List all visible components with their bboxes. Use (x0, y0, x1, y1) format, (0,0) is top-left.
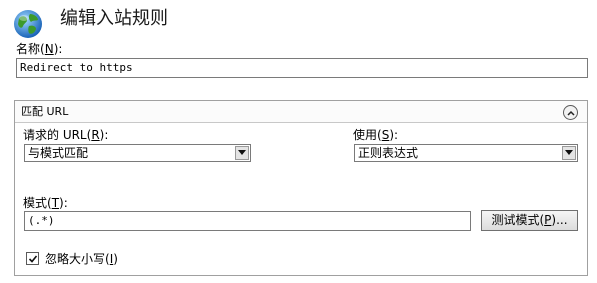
name-label: 名称(N): (16, 42, 63, 56)
ignore-case-checkbox[interactable] (26, 252, 39, 265)
group-header: 匹配 URL (15, 101, 587, 123)
globe-icon (14, 10, 42, 38)
requested-url-select[interactable]: 与模式匹配 (24, 144, 251, 162)
pattern-input[interactable]: (.*) (24, 211, 471, 231)
using-dropdown-button[interactable] (562, 146, 576, 160)
test-pattern-button[interactable]: 测试模式(P)... (481, 210, 578, 231)
pattern-label: 模式(T): (23, 196, 68, 210)
requested-url-dropdown-button[interactable] (235, 146, 249, 160)
chevron-down-icon (238, 150, 246, 155)
group-title: 匹配 URL (21, 105, 69, 118)
using-label: 使用(S): (353, 128, 399, 142)
ignore-case-label: 忽略大小写(I) (45, 252, 118, 266)
checkmark-icon (28, 255, 38, 263)
collapse-button[interactable] (563, 105, 578, 120)
using-select[interactable]: 正则表达式 (354, 144, 578, 162)
match-url-group: 匹配 URL 请求的 URL(R): 与模式匹配 使用(S): 正则表达式 模式… (14, 100, 588, 276)
using-value: 正则表达式 (358, 146, 419, 160)
chevron-down-icon (565, 150, 573, 155)
requested-url-value: 与模式匹配 (28, 146, 89, 160)
chevron-up-icon (567, 110, 575, 116)
page-title: 编辑入站规则 (60, 8, 168, 29)
requested-url-label: 请求的 URL(R): (23, 128, 109, 142)
name-input[interactable]: Redirect to https (16, 58, 588, 78)
